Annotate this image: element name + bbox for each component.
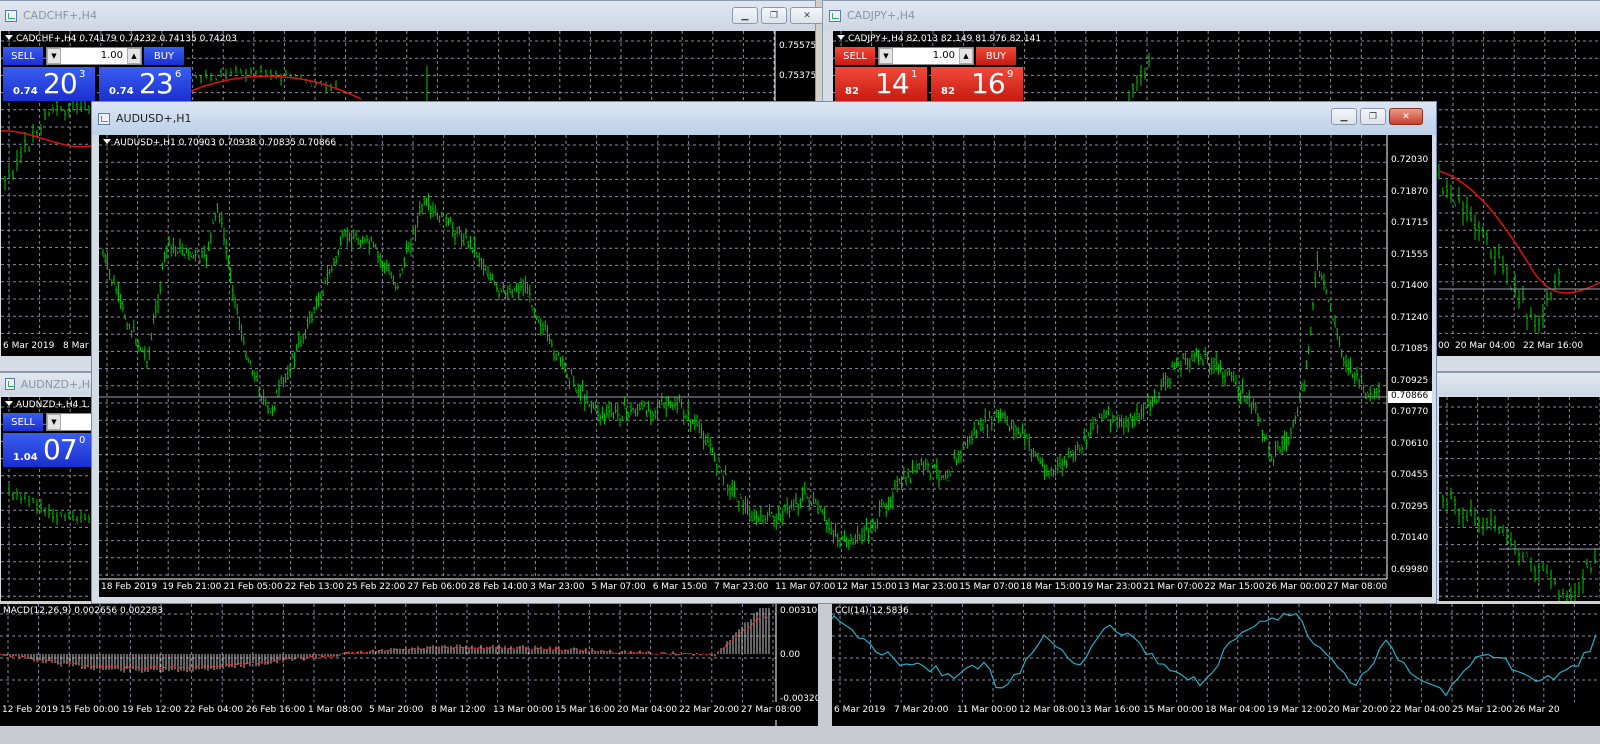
lot-decrease-icon[interactable]: ▼ — [47, 414, 61, 430]
price-tick-label: 0.70610 — [1391, 438, 1429, 449]
time-tick-label: 6 Mar 15:00 — [652, 582, 708, 592]
chart-window-icon — [98, 112, 110, 125]
price-tick-label: 0.70455 — [1391, 470, 1429, 480]
buy-button[interactable]: BUY — [144, 47, 184, 65]
time-tick-label: 26 Mar 00:00 — [1265, 582, 1326, 592]
time-tick-label: 5 Mar 07:00 — [591, 582, 646, 592]
price-tick-label: 0.71400 — [1391, 281, 1429, 291]
chart-window-icon — [5, 9, 17, 22]
audusd-chart[interactable]: AUDUSD+,H1 0.70903 0.70938 0.70835 0.708… — [99, 135, 1432, 597]
audnzd-titlebar[interactable]: AUDNZD+,H4 — [0, 373, 97, 395]
time-tick-label: 18 Feb 2019 — [101, 582, 158, 592]
lot-size-spinner[interactable]: ▼ 1.00 ▲ — [878, 47, 974, 65]
bid-price[interactable]: 0.74 20 3 — [3, 67, 95, 101]
cci-time-scale: 6 Mar 2019 7 Mar 20:00 11 Mar 00:00 12 M… — [832, 702, 1600, 720]
cci-line — [832, 612, 1597, 697]
dropdown-triangle-icon[interactable] — [5, 401, 13, 406]
price-tick-label: 0.71240 — [1391, 312, 1429, 323]
price-scale: 0.72030 0.71870 0.71715 0.71555 0.71400 0.712… — [1387, 135, 1432, 597]
window-title: CADCHF+,H4 — [23, 9, 97, 22]
right-middle-window[interactable] — [1436, 372, 1600, 601]
current-price-label: 0.70866 — [1391, 391, 1429, 401]
close-button[interactable]: ✕ — [1389, 108, 1423, 125]
time-tick-label: 22 Mar 15:00 — [1204, 582, 1265, 592]
buy-button[interactable]: BUY — [976, 47, 1016, 65]
price-tick-label: 0.71715 — [1391, 218, 1429, 228]
time-tick-label: 21 Mar 07:00 — [1143, 582, 1204, 592]
vertical-separator — [818, 600, 832, 730]
time-tick-label: 19 Mar 23:00 — [1081, 582, 1142, 592]
minimize-button[interactable]: ▁ — [732, 7, 758, 24]
sell-button[interactable]: SELL — [3, 47, 43, 65]
lot-decrease-icon[interactable]: ▼ — [47, 48, 61, 64]
audusd-window[interactable]: AUDUSD+,H1 ▁ ❐ ✕ AUDUSD+,H1 0.70903 0.70… — [91, 101, 1437, 604]
cadchf-titlebar[interactable]: CADCHF+,H4 ▁ ❐ ✕ — [0, 1, 824, 30]
time-tick-label: 18 Mar 15:00 — [1020, 582, 1081, 592]
close-button[interactable]: ✕ — [790, 7, 824, 24]
cci-indicator-label: CCI(14) 12.5836 — [835, 606, 909, 616]
bottom-separator — [0, 726, 1600, 744]
price-tick-label: 0.72030 — [1391, 155, 1429, 165]
price-tick-label: 0.70295 — [1391, 501, 1429, 512]
time-scale: 18 Feb 2019 19 Feb 21:00 21 Feb 05:00 22 Fe… — [99, 579, 1432, 597]
lot-size-spinner[interactable]: ▼ 1.00 ▲ — [46, 47, 142, 65]
time-tick-label: 25 Feb 22:00 — [346, 582, 406, 592]
one-click-trading-panel: SELL ▼ 1.00 ▲ BUY 0.74 20 3 0.74 23 6 — [3, 47, 191, 101]
window-title: AUDUSD+,H1 — [116, 112, 192, 125]
time-tick-label: 22 Feb 13:00 — [284, 582, 344, 592]
macd-time-scale: 12 Feb 2019 15 Feb 00:00 19 Feb 12:00 22… — [0, 702, 818, 720]
time-tick-label: 27 Mar 08:00 — [1327, 582, 1388, 592]
window-title: CADJPY+,H4 — [847, 9, 916, 22]
lot-increase-icon[interactable]: ▲ — [127, 48, 141, 64]
sell-button[interactable]: SELL — [3, 413, 43, 431]
price-tick-label: 0.71870 — [1391, 186, 1429, 197]
time-tick-label: 12 Mar 15:00 — [836, 582, 897, 592]
sell-button[interactable]: SELL — [835, 47, 875, 65]
time-tick-label: 3 Mar 23:00 — [530, 582, 585, 592]
audnzd-window[interactable]: AUDNZD+,H4 AUDNZD+,H4 1. SELL ▼ 1.04 07 … — [0, 372, 99, 601]
dropdown-triangle-icon[interactable] — [837, 35, 845, 40]
chart-window-icon — [829, 9, 841, 22]
price-tick-label: 0.70770 — [1391, 407, 1429, 417]
dropdown-triangle-icon[interactable] — [103, 139, 111, 144]
price-tick-label: 0.71085 — [1391, 344, 1429, 354]
symbol-line: CADJPY+,H4 82.013 82.149 81.976 82.141 — [837, 34, 1041, 44]
right-middle-titlebar[interactable] — [1437, 373, 1600, 395]
audusd-titlebar[interactable]: AUDUSD+,H1 ▁ ❐ ✕ — [92, 102, 1436, 135]
time-tick-label: 28 Feb 14:00 — [468, 582, 528, 592]
one-click-trading-panel: SELL ▼ 1.04 07 0 — [3, 413, 99, 467]
time-tick-label: 27 Feb 06:00 — [407, 582, 467, 592]
symbol-line: AUDUSD+,H1 0.70903 0.70938 0.70835 0.708… — [103, 138, 336, 148]
price-tick-label: 0.70140 — [1391, 533, 1429, 543]
chart-window-icon — [5, 378, 15, 390]
price-tick-label: 0.70925 — [1391, 375, 1429, 386]
symbol-line: CADCHF+,H4 0.74179 0.74232 0.74135 0.742… — [5, 34, 237, 44]
ask-price[interactable]: 0.74 23 6 — [99, 67, 191, 101]
audnzd-chart[interactable]: AUDNZD+,H4 1. SELL ▼ 1.04 07 0 — [1, 397, 99, 601]
symbol-line: AUDNZD+,H4 1. — [5, 400, 90, 410]
window-title: AUDNZD+,H4 — [20, 377, 97, 391]
lot-increase-icon[interactable]: ▲ — [959, 48, 973, 64]
ask-price[interactable]: 82 16 9 — [931, 67, 1023, 101]
time-tick-label: 19 Feb 21:00 — [162, 582, 222, 592]
restore-button[interactable]: ❐ — [1360, 108, 1386, 125]
time-tick-label: 13 Mar 23:00 — [897, 582, 958, 592]
dropdown-triangle-icon[interactable] — [5, 35, 13, 40]
macd-indicator-label: MACD(12,26,9) 0.002656 0.002283 — [3, 606, 163, 616]
bid-price[interactable]: 1.04 07 0 — [3, 433, 95, 467]
one-click-trading-panel: SELL ▼ 1.00 ▲ BUY 82 14 1 82 16 9 — [835, 47, 1023, 101]
price-tick-label: 0.71555 — [1391, 249, 1429, 260]
price-tick-label: 0.69980 — [1391, 564, 1429, 575]
time-tick-label: 7 Mar 23:00 — [714, 582, 769, 592]
lot-decrease-icon[interactable]: ▼ — [879, 48, 893, 64]
time-tick-label: 11 Mar 07:00 — [775, 582, 836, 592]
right-middle-chart[interactable] — [1439, 397, 1600, 601]
time-tick-label: 21 Feb 05:00 — [223, 582, 283, 592]
bid-price[interactable]: 82 14 1 — [835, 67, 927, 101]
restore-button[interactable]: ❐ — [761, 7, 787, 24]
time-tick-label: 15 Mar 07:00 — [959, 582, 1020, 592]
minimize-button[interactable]: ▁ — [1331, 108, 1357, 125]
cadjpy-titlebar[interactable]: CADJPY+,H4 — [823, 1, 1600, 30]
